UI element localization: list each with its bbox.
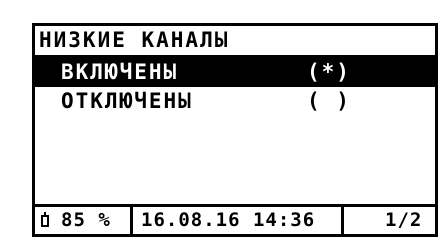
status-divider [130, 207, 133, 234]
option-disabled-mark: ( ) [307, 89, 351, 113]
option-enabled[interactable]: ВКЛЮЧЕНЫ (*) [35, 58, 435, 87]
option-enabled-label: ВКЛЮЧЕНЫ [61, 60, 179, 84]
option-enabled-mark: (*) [307, 60, 351, 84]
screen-title: НИЗКИЕ КАНАЛЫ [35, 26, 435, 58]
status-bar: 85 % 16.08.16 14:36 1/2 [35, 204, 435, 234]
battery-percent: 85 % [61, 209, 111, 231]
option-disabled[interactable]: ОТКЛЮЧЕНЫ ( ) [35, 87, 435, 116]
datetime: 16.08.16 14:36 [141, 209, 316, 231]
option-disabled-label: ОТКЛЮЧЕНЫ [61, 89, 193, 113]
battery-icon [41, 212, 49, 227]
device-screen: НИЗКИЕ КАНАЛЫ ВКЛЮЧЕНЫ (*) ОТКЛЮЧЕНЫ ( )… [32, 23, 438, 237]
page-indicator: 1/2 [385, 209, 423, 231]
status-divider [341, 207, 344, 234]
